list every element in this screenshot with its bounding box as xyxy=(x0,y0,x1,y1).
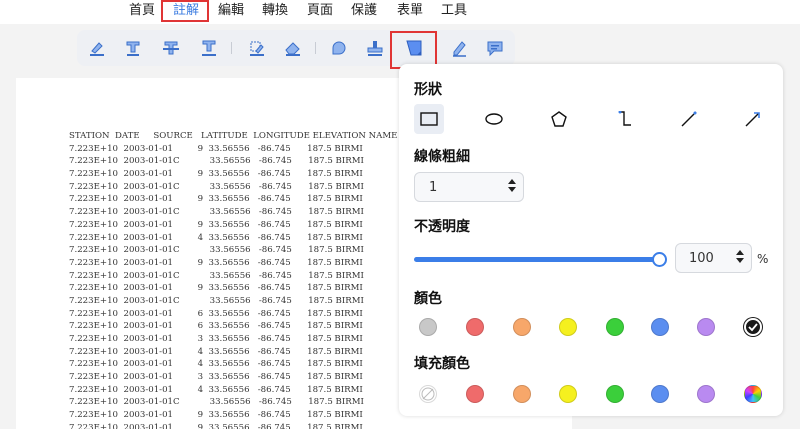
text-icon[interactable] xyxy=(119,34,147,62)
color-section-title: 顏色 xyxy=(414,291,442,307)
annotation-toolbar xyxy=(77,30,515,66)
custom-color-icon[interactable] xyxy=(744,385,762,403)
sticker-icon[interactable] xyxy=(325,34,353,62)
color-swatch[interactable] xyxy=(559,318,577,336)
fill-color-swatch[interactable] xyxy=(697,385,715,403)
toolbar-separator xyxy=(315,42,316,54)
document-data-line: 7.223E+10 2003-01-01 9 33.56556 -86.745 … xyxy=(69,422,363,429)
menu-tools[interactable]: 工具 xyxy=(441,2,467,20)
color-swatch[interactable] xyxy=(466,318,484,336)
menu-home[interactable]: 首頁 xyxy=(129,2,155,20)
menu-form[interactable]: 表單 xyxy=(397,2,423,20)
stepper-arrows-icon[interactable] xyxy=(735,248,745,268)
shape-section-title: 形狀 xyxy=(414,82,442,98)
menu-edit[interactable]: 編輯 xyxy=(218,2,244,20)
opacity-stepper[interactable]: 100 xyxy=(675,243,752,273)
opacity-unit: % xyxy=(757,252,769,266)
opacity-slider-track[interactable] xyxy=(414,257,661,262)
opacity-slider-thumb[interactable] xyxy=(652,252,667,267)
underline-icon[interactable] xyxy=(195,34,223,62)
stepper-arrows-icon[interactable] xyxy=(507,177,517,197)
color-swatch[interactable] xyxy=(744,318,762,336)
color-swatch[interactable] xyxy=(651,318,669,336)
line-width-stepper[interactable]: 1 xyxy=(414,172,524,202)
toolbar-separator xyxy=(231,42,232,54)
fill-color-swatch[interactable] xyxy=(651,385,669,403)
eraser-icon[interactable] xyxy=(279,34,307,62)
line-width-title: 線條粗細 xyxy=(414,149,470,165)
rectangle-icon[interactable] xyxy=(414,104,444,134)
color-swatch[interactable] xyxy=(513,318,531,336)
ellipse-icon[interactable] xyxy=(479,104,509,134)
no-fill-icon[interactable] xyxy=(419,385,437,403)
area-highlight-icon[interactable] xyxy=(243,34,271,62)
menu-page[interactable]: 頁面 xyxy=(307,2,333,20)
fill-color-swatch[interactable] xyxy=(513,385,531,403)
opacity-title: 不透明度 xyxy=(414,219,470,235)
color-swatch[interactable] xyxy=(606,318,624,336)
opacity-value: 100 xyxy=(689,251,714,266)
stamp-icon[interactable] xyxy=(361,34,389,62)
strikethrough-icon[interactable] xyxy=(157,34,185,62)
line-icon[interactable] xyxy=(674,104,704,134)
color-swatch[interactable] xyxy=(419,318,437,336)
color-swatch[interactable] xyxy=(697,318,715,336)
signature-icon[interactable] xyxy=(445,34,473,62)
arrow-icon[interactable] xyxy=(738,104,768,134)
polygon-icon[interactable] xyxy=(544,104,574,134)
highlight-icon[interactable] xyxy=(83,34,111,62)
menu-convert[interactable]: 轉換 xyxy=(262,2,288,20)
menu-bar: 首頁 註解 編輯 轉換 頁面 保護 表單 工具 xyxy=(0,0,800,24)
menu-protect[interactable]: 保護 xyxy=(351,2,377,20)
fill-color-swatch[interactable] xyxy=(606,385,624,403)
polyline-icon[interactable] xyxy=(610,104,640,134)
fill-color-swatch[interactable] xyxy=(559,385,577,403)
comment-icon[interactable] xyxy=(481,34,509,62)
fill-color-swatch[interactable] xyxy=(466,385,484,403)
menu-annotate-highlight-box xyxy=(161,0,209,22)
shape-properties-panel: 形狀 線條粗細 1 不透明度 100 % 顏色 填充顏色 xyxy=(399,64,783,416)
line-width-value: 1 xyxy=(429,180,438,195)
fill-color-section-title: 填充顏色 xyxy=(414,356,470,372)
